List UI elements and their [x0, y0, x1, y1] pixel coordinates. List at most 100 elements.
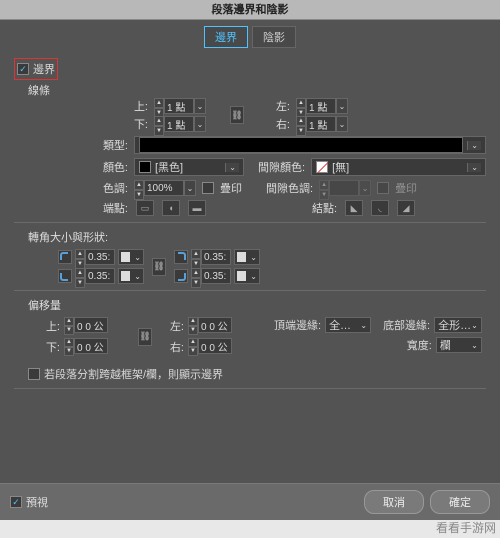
select-width[interactable]: 欄⌄: [436, 337, 482, 353]
corner-tl-stepper[interactable]: ▲▼: [75, 249, 115, 265]
split-frame-label: 若段落分割跨越框架/欄，則顯示邊界: [44, 366, 223, 382]
off-input-left[interactable]: [198, 317, 232, 333]
label-cap: 端點:: [68, 200, 128, 216]
off-label-right: 右:: [166, 339, 184, 355]
corner-tr-input[interactable]: [201, 249, 231, 265]
tab-border[interactable]: 邊界: [204, 26, 248, 48]
stepper-top[interactable]: ▲▼ ⌄: [154, 98, 224, 114]
input-bottom[interactable]: [164, 116, 194, 132]
corner-tr-icon: [174, 250, 188, 264]
ok-button[interactable]: 確定: [430, 490, 490, 514]
stroke-weight-grid: 上: ▲▼ ⌄ ⛓ 左: ▲▼ ⌄ 下: ▲▼ ⌄: [108, 98, 486, 132]
off-input-top[interactable]: [74, 317, 108, 333]
corner-br-input[interactable]: [201, 268, 231, 284]
cancel-button[interactable]: 取消: [364, 490, 424, 514]
tab-shadow[interactable]: 陰影: [252, 26, 296, 48]
color-value: [黑色]: [155, 159, 183, 175]
separator-3: [14, 388, 486, 389]
dialog-title: 段落邊界和陰影: [0, 0, 500, 20]
stroke-group: 線條 上: ▲▼ ⌄ ⛓ 左: ▲▼ ⌄ 下: ▲▼: [28, 82, 486, 216]
join-round-icon[interactable]: ◟: [371, 200, 389, 216]
select-stroke-type[interactable]: ⌄: [134, 136, 486, 154]
corner-tl-icon: [58, 250, 72, 264]
off-input-bottom[interactable]: [74, 338, 108, 354]
label-tint: 色調:: [68, 180, 128, 196]
dialog-window: 段落邊界和陰影 邊界 陰影 邊界 線條 上: ▲▼ ⌄ ⛓ 左: ▲▼: [0, 0, 500, 520]
gap-overprint-label: 疊印: [395, 180, 417, 196]
label-top-edge: 頂端邊緣:: [274, 317, 321, 333]
select-gap-color[interactable]: [無] ⌄: [311, 158, 486, 176]
dd-bottom[interactable]: ⌄: [194, 116, 206, 132]
label-right: 右:: [250, 116, 290, 132]
corner-bl-stepper[interactable]: ▲▼: [75, 268, 115, 284]
swatch-black: [139, 161, 151, 173]
off-stepper-right[interactable]: ▲▼: [188, 338, 248, 356]
corner-bl-shape[interactable]: ⌄: [118, 268, 144, 284]
enable-border-checkbox[interactable]: [17, 63, 29, 75]
offset-link-icon[interactable]: ⛓: [138, 328, 152, 346]
corner-tl-input[interactable]: [85, 249, 115, 265]
dialog-footer: 預視 取消 確定: [0, 483, 500, 520]
separator-2: [14, 290, 486, 291]
stepper-right[interactable]: ▲▼ ⌄: [296, 116, 366, 132]
preview-label: 預視: [26, 494, 48, 510]
label-gap-color: 間隙顏色:: [258, 159, 305, 175]
off-stepper-left[interactable]: ▲▼: [188, 317, 248, 335]
dd-left[interactable]: ⌄: [336, 98, 348, 114]
corner-br-shape[interactable]: ⌄: [234, 268, 260, 284]
join-bevel-icon[interactable]: ◢: [397, 200, 415, 216]
enable-border-highlight: 邊界: [14, 58, 58, 80]
overprint-label: 疊印: [220, 180, 242, 196]
corner-bl-input[interactable]: [85, 268, 115, 284]
corner-br-icon: [174, 269, 188, 283]
split-frame-checkbox[interactable]: [28, 368, 40, 380]
dd-right[interactable]: ⌄: [336, 116, 348, 132]
corner-tl-shape[interactable]: ⌄: [118, 249, 144, 265]
off-stepper-top[interactable]: ▲▼: [64, 317, 124, 335]
cap-butt-icon[interactable]: ▭: [136, 200, 154, 216]
join-miter-icon[interactable]: ◣: [345, 200, 363, 216]
off-label-left: 左:: [166, 318, 184, 334]
stepper-bottom[interactable]: ▲▼ ⌄: [154, 116, 224, 132]
stroke-preview: [139, 137, 463, 153]
off-label-top: 上:: [42, 318, 60, 334]
offsets-title: 偏移量: [28, 297, 486, 313]
label-type: 類型:: [68, 137, 128, 153]
overprint-checkbox[interactable]: [202, 182, 214, 194]
input-tint[interactable]: [144, 180, 184, 196]
stepper-left[interactable]: ▲▼ ⌄: [296, 98, 366, 114]
watermark-text: 看看手游网: [436, 519, 496, 536]
label-width: 寬度:: [407, 337, 432, 353]
input-top[interactable]: [164, 98, 194, 114]
corners-group: 轉角大小與形狀: ▲▼ ⌄ ▲▼ ⌄ ⛓: [28, 229, 486, 284]
cap-square-icon[interactable]: ▬: [188, 200, 206, 216]
corner-link-icon[interactable]: ⛓: [152, 258, 166, 276]
dd-top[interactable]: ⌄: [194, 98, 206, 114]
preview-checkbox[interactable]: [10, 496, 22, 508]
cap-round-icon[interactable]: ◖: [162, 200, 180, 216]
label-left: 左:: [250, 98, 290, 114]
label-color: 顏色:: [68, 159, 128, 175]
corner-br-stepper[interactable]: ▲▼: [191, 268, 231, 284]
gap-color-value: [無]: [332, 159, 349, 175]
off-stepper-bottom[interactable]: ▲▼: [64, 338, 124, 356]
input-right[interactable]: [306, 116, 336, 132]
off-label-bottom: 下:: [42, 339, 60, 355]
stepper-gap-tint: ▲▼ ⌄: [319, 180, 371, 196]
border-panel: 邊界 線條 上: ▲▼ ⌄ ⛓ 左: ▲▼ ⌄ 下:: [0, 54, 500, 405]
corner-bl-icon: [58, 269, 72, 283]
corners-title: 轉角大小與形狀:: [28, 229, 486, 245]
corner-tr-stepper[interactable]: ▲▼: [191, 249, 231, 265]
link-icon[interactable]: ⛓: [230, 106, 244, 124]
dd-tint[interactable]: ⌄: [184, 180, 196, 196]
select-bottom-edge[interactable]: 全形…⌄: [434, 317, 482, 333]
offsets-group: 偏移量 上: ▲▼ 下: ▲▼ ⛓ 左: ▲▼ 右: ▲▼ 頂端邊緣:: [28, 297, 486, 382]
input-left[interactable]: [306, 98, 336, 114]
corner-tr-shape[interactable]: ⌄: [234, 249, 260, 265]
select-color[interactable]: [黑色] ⌄: [134, 158, 244, 176]
stepper-tint[interactable]: ▲▼ ⌄: [134, 180, 196, 196]
input-gap-tint: [329, 180, 359, 196]
select-top-edge[interactable]: 全…⌄: [325, 317, 371, 333]
separator-1: [14, 222, 486, 223]
off-input-right[interactable]: [198, 338, 232, 354]
